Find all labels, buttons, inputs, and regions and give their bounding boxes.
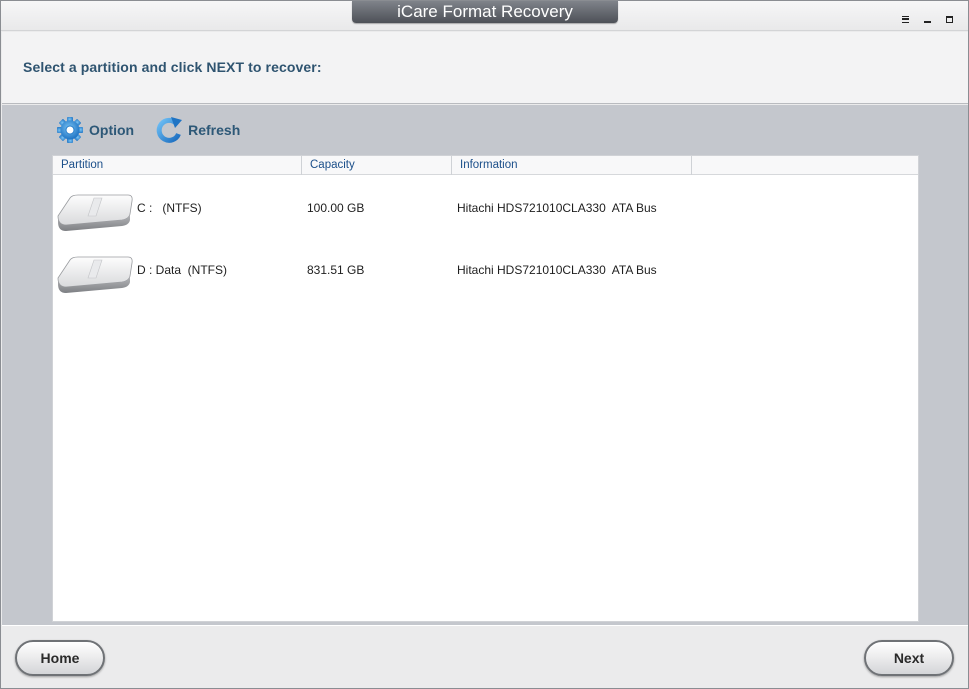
- minimize-button[interactable]: [916, 11, 938, 27]
- window-controls: [894, 11, 960, 27]
- partition-information: Hitachi HDS721010CLA330 ATA Bus: [457, 263, 657, 277]
- header-panel: Select a partition and click NEXT to rec…: [2, 32, 968, 104]
- option-label: Option: [89, 122, 135, 138]
- refresh-label: Refresh: [188, 122, 241, 138]
- main-content: Option Refresh Partition Capacity Inform…: [2, 105, 968, 625]
- partition-row[interactable]: D : Data (NTFS) 831.51 GB Hitachi HDS721…: [53, 240, 918, 300]
- partition-row[interactable]: C : (NTFS) 100.00 GB Hitachi HDS721010CL…: [53, 178, 918, 238]
- column-extra[interactable]: [692, 156, 918, 175]
- maximize-button[interactable]: [938, 11, 960, 27]
- minimize-icon: [923, 21, 931, 24]
- footer: Home Next: [2, 625, 968, 688]
- partition-capacity: 100.00 GB: [307, 201, 365, 215]
- partition-information: Hitachi HDS721010CLA330 ATA Bus: [457, 201, 657, 215]
- instruction-text: Select a partition and click NEXT to rec…: [23, 59, 322, 75]
- list-header: Partition Capacity Information: [53, 156, 918, 175]
- refresh-icon: [156, 117, 183, 143]
- menu-button[interactable]: [894, 11, 916, 27]
- partition-name: C : (NTFS): [137, 201, 202, 215]
- hard-drive-icon: [57, 256, 133, 293]
- menu-icon: [901, 15, 909, 23]
- column-partition[interactable]: Partition: [53, 156, 302, 175]
- column-capacity[interactable]: Capacity: [302, 156, 452, 175]
- gear-icon: [57, 117, 83, 143]
- option-button[interactable]: Option: [55, 115, 134, 145]
- window-title: iCare Format Recovery: [352, 1, 618, 23]
- refresh-button[interactable]: Refresh: [154, 115, 240, 145]
- maximize-icon: [945, 15, 953, 23]
- column-information[interactable]: Information: [452, 156, 692, 175]
- partition-capacity: 831.51 GB: [307, 263, 365, 277]
- home-button[interactable]: Home: [15, 640, 105, 676]
- next-button[interactable]: Next: [864, 640, 954, 676]
- partition-name: D : Data (NTFS): [137, 263, 228, 277]
- partition-list[interactable]: Partition Capacity Information C: (NTFS…: [52, 155, 919, 622]
- hard-drive-icon: [57, 194, 133, 231]
- toolbar: Option Refresh: [55, 115, 260, 145]
- title-bar[interactable]: iCare Format Recovery: [1, 1, 968, 31]
- app-window: iCare Format Recovery Select a partition…: [0, 0, 969, 689]
